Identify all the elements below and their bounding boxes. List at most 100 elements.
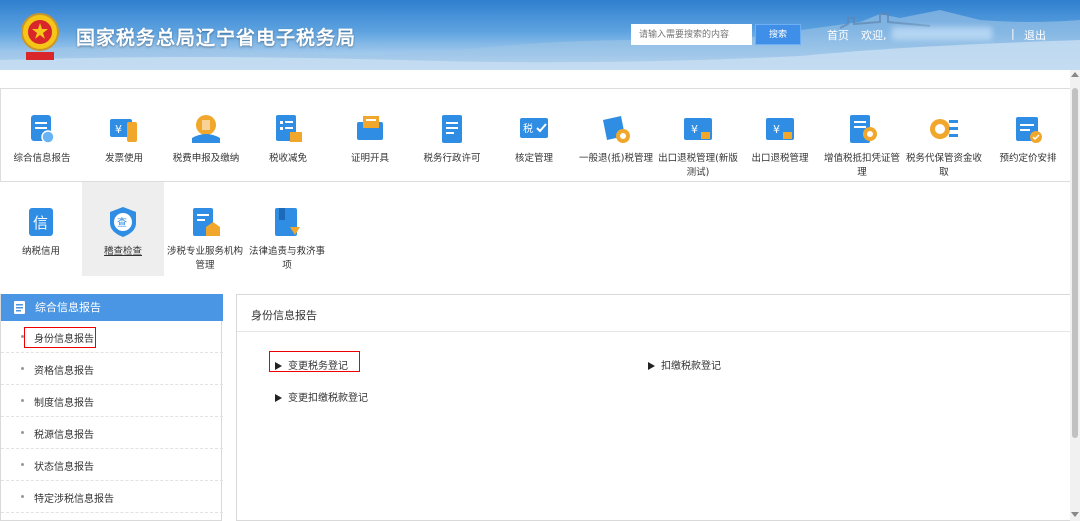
sidebar-item-tax-source-report[interactable]: 税源信息报告	[1, 417, 223, 449]
module-grid-row-2: 信 纳税信用 查 稽查检查 涉税专业服务机构管理 法律追责与救济事项	[0, 182, 340, 276]
invoice-icon: ¥	[110, 119, 137, 142]
module-label: 预约定价安排	[999, 153, 1057, 164]
legal-remedy-icon	[275, 208, 300, 236]
triangle-right-icon	[275, 394, 282, 402]
nav-home-link[interactable]: 首页	[827, 27, 849, 43]
svg-text:¥: ¥	[773, 123, 780, 136]
pricing-arrangement-icon	[1016, 117, 1042, 143]
credit-icon: 信	[29, 208, 53, 236]
bullet-icon	[21, 463, 24, 466]
module-pricing-arrangement[interactable]: 预约定价安排	[985, 89, 1071, 183]
module-label: 发票使用	[104, 153, 143, 164]
link-change-withholding-registration[interactable]: 变更扣缴税款登记	[275, 389, 368, 404]
sidebar-title: 综合信息报告	[35, 301, 101, 314]
module-export-refund-new[interactable]: ¥ 出口退税管理(新版测试)	[657, 89, 739, 183]
sidebar-item-label: 制度信息报告	[34, 398, 94, 409]
logout-link[interactable]: 退出	[1024, 27, 1046, 43]
custody-fund-icon	[930, 119, 958, 139]
bullet-icon	[21, 367, 24, 370]
nav-welcome-text: 欢迎,	[861, 29, 887, 42]
module-vat-deduction[interactable]: 增值税抵扣凭证管理	[821, 89, 903, 183]
document-icon	[14, 301, 25, 314]
search-input[interactable]	[631, 24, 752, 45]
module-label: 税收减免	[268, 153, 307, 164]
link-withholding-registration[interactable]: 扣缴税款登记	[648, 357, 721, 372]
module-tax-declaration[interactable]: 税费申报及缴纳	[165, 89, 247, 183]
search-button[interactable]: 搜索	[755, 24, 801, 45]
sidebar-item-label: 特定涉税信息报告	[34, 494, 114, 505]
sidebar-item-specific-tax-report[interactable]: 特定涉税信息报告	[1, 481, 223, 513]
module-label: 核定管理	[514, 153, 553, 164]
module-label: 税费申报及缴纳	[172, 153, 240, 164]
module-legal-remedy[interactable]: 法律追责与救济事项	[246, 182, 328, 276]
module-tax-credit[interactable]: 信 纳税信用	[0, 182, 82, 276]
sidebar-item-label: 资格信息报告	[34, 366, 94, 377]
svg-text:查: 查	[117, 216, 127, 229]
module-label: 增值税抵扣凭证管理	[823, 153, 900, 178]
sidebar-item-qualification-report[interactable]: 资格信息报告	[1, 353, 223, 385]
module-label: 纳税信用	[21, 246, 60, 257]
svg-text:¥: ¥	[691, 123, 698, 136]
sidebar-header[interactable]: 综合信息报告	[1, 294, 223, 321]
module-comprehensive-report[interactable]: 综合信息报告	[1, 89, 83, 183]
link-label: 变更扣缴税款登记	[288, 393, 368, 404]
module-invoice[interactable]: ¥ 发票使用	[83, 89, 165, 183]
module-grid-row-1: 综合信息报告 ¥ 发票使用 税费申报及缴纳 税收减免 证明开具 税务行政许可 税…	[0, 88, 1070, 182]
module-inspection[interactable]: 查 稽查检查	[82, 182, 164, 276]
tax-bureau-emblem-icon	[21, 13, 59, 60]
vat-deduction-icon	[850, 115, 877, 143]
svg-text:¥: ¥	[115, 123, 122, 136]
sidebar-item-label: 税源信息报告	[34, 430, 94, 441]
module-admin-permit[interactable]: 税务行政许可	[411, 89, 493, 183]
module-export-refund[interactable]: ¥ 出口退税管理	[739, 89, 821, 183]
highlight-box-sidebar	[24, 327, 96, 348]
sidebar-item-label: 状态信息报告	[34, 462, 94, 473]
module-label: 税务行政许可	[423, 153, 481, 164]
svg-text:信: 信	[33, 214, 48, 232]
module-label: 证明开具	[350, 153, 389, 164]
tax-reduction-icon	[276, 115, 302, 142]
service-agency-icon	[193, 208, 220, 236]
module-verification[interactable]: 税 核定管理	[493, 89, 575, 183]
nav-separator: |	[1011, 27, 1015, 40]
module-general-refund[interactable]: 一般退(抵)税管理	[575, 89, 657, 183]
scroll-down-arrow-icon[interactable]	[1071, 512, 1079, 517]
module-custody-fund[interactable]: 税务代保管资金收取	[903, 89, 985, 183]
bullet-icon	[21, 431, 24, 434]
highlight-box-link	[269, 351, 360, 372]
module-service-agency[interactable]: 涉税专业服务机构管理	[164, 182, 246, 276]
site-title: 国家税务总局辽宁省电子税务局	[76, 27, 357, 49]
module-label: 出口退税管理	[751, 153, 809, 164]
panel-title: 身份信息报告	[251, 309, 317, 322]
export-refund-new-icon: ¥	[684, 118, 712, 140]
svg-text:税: 税	[523, 122, 533, 135]
sidebar-item-system-report[interactable]: 制度信息报告	[1, 385, 223, 417]
inspection-icon: 查	[110, 207, 136, 237]
certificate-icon	[357, 116, 383, 140]
module-label: 出口退税管理(新版测试)	[658, 153, 738, 178]
module-label: 稽查检查	[103, 246, 142, 257]
module-certificate[interactable]: 证明开具	[329, 89, 411, 183]
module-label: 涉税专业服务机构管理	[166, 246, 243, 271]
module-label: 一般退(抵)税管理	[579, 153, 653, 164]
header-banner: 国家税务总局辽宁省电子税务局 搜索 首页 欢迎, | 退出	[0, 0, 1080, 70]
bullet-icon	[21, 495, 24, 498]
link-label: 扣缴税款登记	[661, 361, 721, 372]
sidebar-item-status-report[interactable]: 状态信息报告	[1, 449, 223, 481]
bullet-icon	[21, 399, 24, 402]
report-icon	[31, 115, 55, 144]
triangle-right-icon	[648, 362, 655, 370]
module-label: 税务代保管资金收取	[905, 153, 982, 178]
verification-icon: 税	[520, 118, 548, 138]
module-label: 综合信息报告	[13, 153, 71, 164]
blurred-username	[892, 27, 992, 40]
divider	[237, 331, 1080, 332]
tax-payment-icon	[192, 115, 220, 143]
scroll-up-arrow-icon[interactable]	[1071, 72, 1079, 77]
permit-icon	[442, 115, 462, 143]
scrollbar-thumb[interactable]	[1072, 88, 1078, 438]
module-label: 法律追责与救济事项	[248, 246, 325, 271]
module-tax-reduction[interactable]: 税收减免	[247, 89, 329, 183]
main-panel: 身份信息报告	[236, 294, 1080, 521]
refund-icon	[603, 116, 630, 143]
